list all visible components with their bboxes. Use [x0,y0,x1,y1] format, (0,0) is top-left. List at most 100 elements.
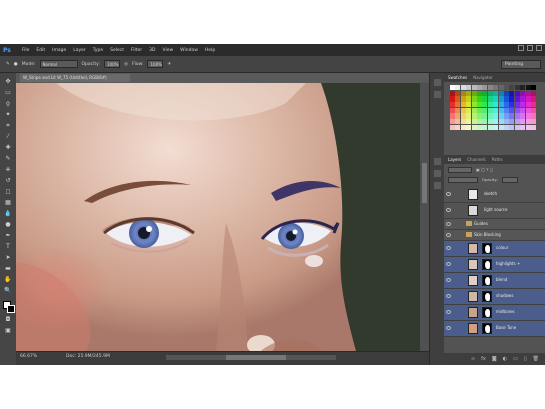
quick-mask-icon[interactable]: ◘ [4,317,12,323]
color-swatch[interactable] [471,107,477,113]
color-swatch[interactable] [482,96,488,102]
color-swatch[interactable] [471,119,477,125]
eraser-tool-icon[interactable]: ◻ [4,189,12,195]
layer-row[interactable]: colour [444,241,545,257]
color-swatch[interactable] [531,102,536,108]
color-swatch[interactable] [487,90,493,96]
color-swatch[interactable] [477,96,482,102]
vertical-scrollbar[interactable] [420,83,429,351]
menu-type[interactable]: Type [93,48,103,53]
brush-preset-icon[interactable]: ● [14,62,18,67]
color-swatch[interactable] [514,102,520,108]
layer-row[interactable]: blend [444,273,545,289]
color-swatch[interactable] [482,85,488,91]
color-swatch[interactable] [514,90,520,96]
move-tool-icon[interactable]: ✥ [4,79,12,85]
color-swatch[interactable] [514,124,520,130]
visibility-eye-icon[interactable] [446,278,451,282]
color-swatch[interactable] [531,113,536,119]
color-swatch[interactable] [487,102,493,108]
path-select-tool-icon[interactable]: ➤ [4,255,12,261]
marquee-tool-icon[interactable]: ▭ [4,90,12,96]
color-swatch[interactable] [455,107,461,113]
color-swatch[interactable] [460,96,466,102]
trash-icon[interactable]: 🗑 [533,356,539,362]
visibility-eye-icon[interactable] [446,222,451,226]
history-panel-icon[interactable] [434,79,441,86]
color-swatch[interactable] [455,102,461,108]
color-swatch[interactable] [471,124,477,130]
shape-tool-icon[interactable]: ▬ [4,266,12,272]
visibility-eye-icon[interactable] [446,246,451,250]
color-swatch[interactable] [531,119,536,125]
dodge-tool-icon[interactable]: ● [4,222,12,228]
color-swatch[interactable] [482,102,488,108]
vertical-scroll-thumb[interactable] [422,163,427,203]
color-swatch[interactable] [466,102,472,108]
menu-view[interactable]: View [162,48,173,53]
tab-channels[interactable]: Channels [467,157,486,162]
color-swatch[interactable] [509,85,515,91]
layer-group-row[interactable]: Skin Blocking [444,230,545,241]
color-swatch[interactable] [460,90,466,96]
color-swatch[interactable] [514,96,520,102]
opacity-field[interactable]: 100% [104,60,120,68]
color-swatch[interactable] [498,90,504,96]
color-swatch[interactable] [525,90,531,96]
color-swatch[interactable] [450,124,455,130]
color-swatch[interactable] [455,96,461,102]
color-swatch[interactable] [482,107,488,113]
color-swatch[interactable] [520,85,526,91]
color-swatch[interactable] [460,85,466,91]
color-swatch[interactable] [520,119,526,125]
properties-panel-icon[interactable] [434,91,441,98]
add-mask-icon[interactable]: ◙ [492,356,497,362]
background-color-swatch[interactable] [7,305,15,313]
color-swatch[interactable] [466,119,472,125]
menu-3d[interactable]: 3D [149,48,155,53]
color-swatch[interactable] [466,124,472,130]
visibility-eye-icon[interactable] [446,294,451,298]
color-swatch[interactable] [455,119,461,125]
visibility-eye-icon[interactable] [446,192,451,196]
color-swatch[interactable] [504,96,509,102]
color-swatch[interactable] [520,96,526,102]
color-swatch[interactable] [487,96,493,102]
menu-window[interactable]: Window [180,48,198,53]
layer-mask-thumbnail[interactable] [482,275,492,286]
clone-source-panel-icon[interactable] [434,182,441,189]
menu-help[interactable]: Help [205,48,215,53]
canvas-area[interactable] [16,83,420,351]
brush-tool-icon[interactable]: ✎ [6,62,10,67]
color-swatch[interactable] [450,113,455,119]
color-swatch[interactable] [477,102,482,108]
color-swatch[interactable] [455,90,461,96]
color-swatch[interactable] [466,96,472,102]
history-brush-tool-icon[interactable]: ↺ [4,178,12,184]
color-swatch[interactable] [531,124,536,130]
layer-row[interactable]: sketch [444,187,545,203]
eyedropper-tool-icon[interactable]: ⁄ [4,134,12,140]
type-tool-icon[interactable]: T [4,244,12,250]
color-swatch[interactable] [493,119,499,125]
mode-select[interactable]: Normal [39,60,78,68]
color-swatch[interactable] [466,107,472,113]
blend-mode-select[interactable]: Normal [448,176,478,194]
color-swatch[interactable] [493,113,499,119]
swatch-grid[interactable] [450,85,536,130]
color-swatch[interactable] [460,113,466,119]
color-swatch[interactable] [509,90,515,96]
color-swatch[interactable] [509,96,515,102]
color-swatch[interactable] [482,124,488,130]
close-button[interactable] [536,45,542,51]
color-swatch[interactable] [466,113,472,119]
clone-tool-icon[interactable]: ⎈ [4,167,12,173]
visibility-eye-icon[interactable] [446,262,451,266]
color-swatch[interactable] [498,96,504,102]
color-swatch[interactable] [504,102,509,108]
adjustment-layer-icon[interactable]: ◐ [503,356,507,362]
color-swatch[interactable] [525,102,531,108]
color-swatch[interactable] [466,90,472,96]
color-swatch[interactable] [477,113,482,119]
layer-mask-thumbnail[interactable] [482,291,492,302]
